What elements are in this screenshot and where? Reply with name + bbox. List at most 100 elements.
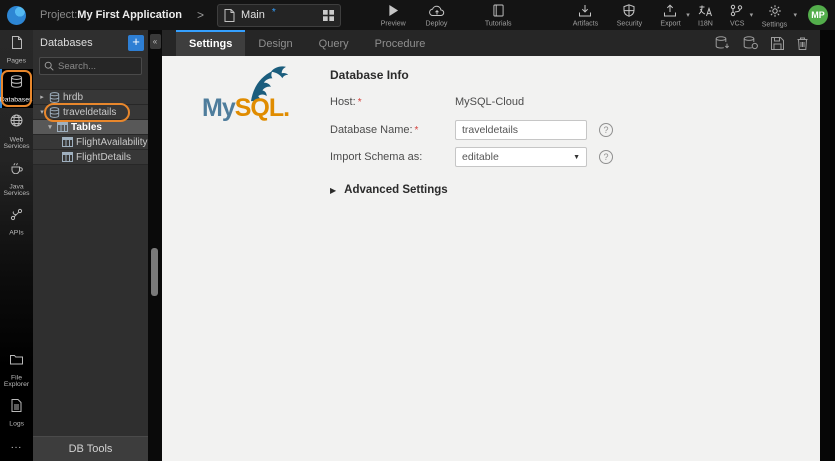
vcs-label: VCS xyxy=(729,19,745,28)
deploy-label: Deploy xyxy=(425,19,448,28)
settings-pane: MySQL. Database Info Host: * MySQL-Cloud … xyxy=(162,56,820,461)
tutorials-label: Tutorials xyxy=(484,19,512,28)
advanced-settings-label: Advanced Settings xyxy=(344,184,448,196)
user-avatar[interactable]: MP xyxy=(808,5,828,25)
delete-icon[interactable] xyxy=(797,37,808,50)
tree-label: Tables xyxy=(71,121,102,133)
grid-icon[interactable] xyxy=(323,9,335,21)
expand-icon[interactable]: ▸ xyxy=(38,93,46,101)
required-mark: * xyxy=(414,125,419,136)
deploy-button[interactable]: Deploy xyxy=(424,4,449,28)
sidebar-item-java-services[interactable]: Java Services xyxy=(0,155,33,202)
export-up-icon xyxy=(663,4,677,17)
api-nodes-icon xyxy=(10,208,23,226)
sidebar-item-logs[interactable]: Logs xyxy=(0,393,33,432)
table-icon xyxy=(57,122,68,132)
database-icon xyxy=(49,106,60,118)
add-database-button[interactable]: + xyxy=(128,34,144,51)
tree-label: hrdb xyxy=(63,91,84,103)
tab-design[interactable]: Design xyxy=(245,30,305,56)
tree-item-tables[interactable]: ▾ Tables xyxy=(33,120,148,135)
editor-content: Settings Design Query Procedure MySQL. D… xyxy=(162,30,820,461)
security-button[interactable]: Security xyxy=(615,4,644,29)
preview-label: Preview xyxy=(380,19,406,28)
host-row: Host: * MySQL-Cloud xyxy=(330,96,800,108)
collapse-panel-button[interactable]: « xyxy=(149,34,161,49)
chevron-down-icon: ▾ xyxy=(749,12,754,19)
db-tools-button[interactable]: DB Tools xyxy=(33,436,148,461)
page-tab-main[interactable]: Main * xyxy=(217,3,342,27)
i18n-button[interactable]: I18N xyxy=(697,4,714,29)
search-box xyxy=(39,57,142,75)
db-import-icon[interactable] xyxy=(715,36,730,50)
sidebar-item-web-services[interactable]: Web Services xyxy=(0,108,33,155)
import-schema-select[interactable]: editable ▼ xyxy=(455,147,587,167)
sidebar-label: Pages xyxy=(6,56,27,65)
host-value: MySQL-Cloud xyxy=(455,96,525,108)
tree-item-flightavailability[interactable]: FlightAvailability xyxy=(33,135,148,150)
sidebar-item-file-explorer[interactable]: File Explorer xyxy=(0,346,33,393)
artifacts-button[interactable]: Artifacts xyxy=(571,4,600,29)
unsaved-indicator: * xyxy=(271,6,276,18)
advanced-settings-toggle[interactable]: ▶ Advanced Settings xyxy=(330,184,800,196)
sidebar-item-databases[interactable]: Databases xyxy=(0,69,33,108)
db-toolbar xyxy=(715,30,820,56)
collapse-icon[interactable]: ▾ xyxy=(46,123,54,131)
databases-panel-header: Databases + xyxy=(33,30,148,55)
database-name-row: Database Name:* ? xyxy=(330,120,800,140)
preview-button[interactable]: Preview xyxy=(379,4,407,28)
mysql-logo: MySQL. xyxy=(202,64,322,130)
cloud-up-icon xyxy=(429,4,445,17)
save-icon[interactable] xyxy=(771,36,784,50)
header-run-actions: Preview Deploy xyxy=(379,4,449,28)
tab-procedure[interactable]: Procedure xyxy=(362,30,439,56)
sidebar-item-pages[interactable]: Pages xyxy=(0,30,33,69)
settings-label: Settings xyxy=(761,20,788,29)
sidebar-item-apis[interactable]: APIs xyxy=(0,202,33,241)
database-name-input[interactable] xyxy=(455,120,587,140)
selected-option: editable xyxy=(462,151,499,163)
document-icon xyxy=(224,8,235,22)
chevron-down-icon: ▾ xyxy=(686,12,690,19)
branch-icon xyxy=(730,4,743,17)
chevron-right-icon: > xyxy=(197,8,205,22)
database-info-form: Database Info Host: * MySQL-Cloud Databas… xyxy=(330,62,800,196)
logs-icon xyxy=(11,399,22,417)
tutorials-button[interactable]: Tutorials xyxy=(483,4,513,28)
tree-item-hrdb[interactable]: ▸ hrdb xyxy=(33,90,148,105)
more-button[interactable]: ... xyxy=(0,432,33,461)
scrollbar-thumb[interactable] xyxy=(151,248,158,296)
collapse-icon[interactable]: ▾ xyxy=(38,108,46,116)
gear-icon xyxy=(768,4,782,18)
mysql-wordmark: MySQL. xyxy=(202,94,290,122)
tab-settings[interactable]: Settings xyxy=(176,30,246,56)
folder-icon xyxy=(10,352,23,370)
export-button[interactable]: Export ▾ xyxy=(659,4,690,29)
sidebar-label: Web Services xyxy=(3,135,30,150)
play-icon xyxy=(388,4,399,17)
editor-tabbar: Settings Design Query Procedure xyxy=(162,30,820,56)
sidebar-bottom-group: File Explorer Logs ... xyxy=(0,346,33,461)
i18n-label: I18N xyxy=(697,19,713,28)
top-header: Project:My First Application > Main * Pr… xyxy=(0,0,835,30)
sidebar-label: APIs xyxy=(9,228,24,237)
required-mark: * xyxy=(357,97,362,108)
table-icon xyxy=(62,137,73,147)
host-label: Host: * xyxy=(330,96,362,108)
db-reimport-icon[interactable] xyxy=(743,36,758,50)
wavemaker-logo-icon[interactable] xyxy=(7,5,26,25)
security-label: Security xyxy=(616,19,642,28)
app-logo-wrap xyxy=(0,5,33,25)
vcs-button[interactable]: VCS ▾ xyxy=(729,4,753,29)
settings-button[interactable]: Settings ▾ xyxy=(760,4,797,29)
tree-item-flightdetails[interactable]: FlightDetails xyxy=(33,150,148,165)
search-input[interactable] xyxy=(58,60,137,72)
tree-label: traveldetails xyxy=(63,106,117,118)
panel-splitter-strip: « xyxy=(148,30,162,461)
help-icon[interactable]: ? xyxy=(599,123,613,137)
database-name-label: Database Name: * xyxy=(330,124,419,136)
tree-item-traveldetails[interactable]: ▾ traveldetails xyxy=(33,103,148,122)
sidebar-label: Java Services xyxy=(3,182,30,197)
help-icon[interactable]: ? xyxy=(599,150,613,164)
tab-query[interactable]: Query xyxy=(306,30,362,56)
